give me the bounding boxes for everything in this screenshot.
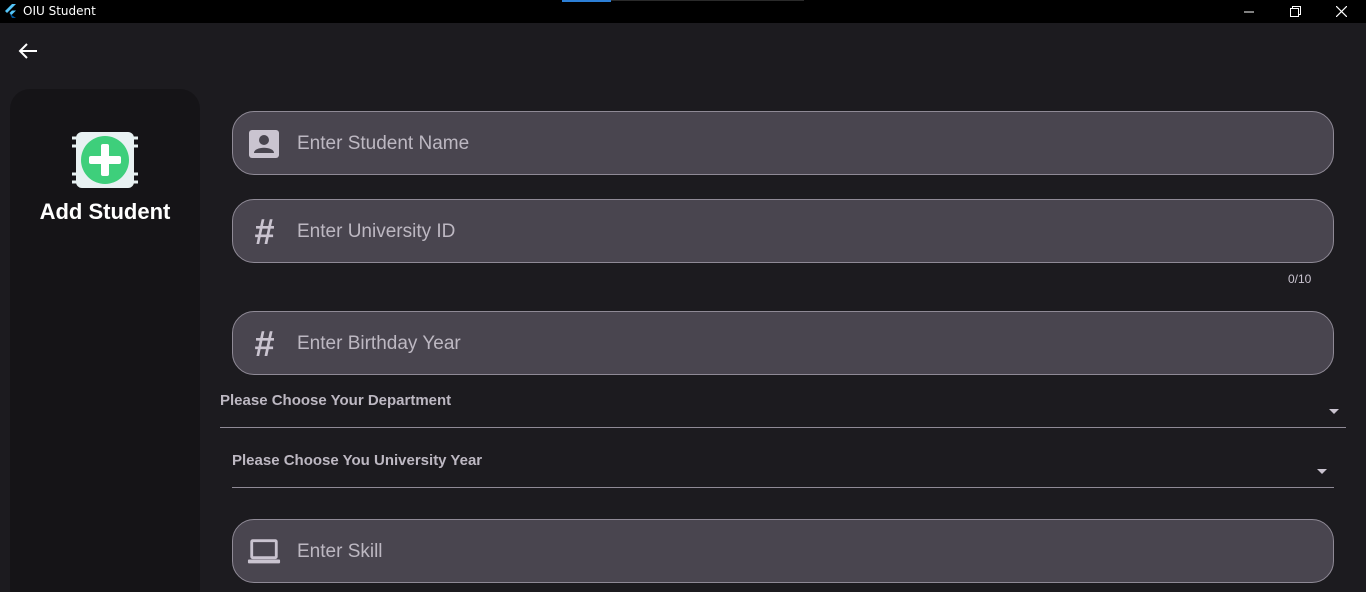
minimize-icon xyxy=(1244,11,1254,12)
chevron-down-icon xyxy=(1317,469,1327,474)
university-year-dropdown[interactable]: Please Choose You University Year xyxy=(232,450,1334,488)
close-icon xyxy=(1335,6,1347,17)
minimize-button[interactable] xyxy=(1226,0,1272,23)
side-panel: Add Student xyxy=(10,89,200,592)
flutter-logo-icon xyxy=(5,4,16,18)
hash-icon: # xyxy=(253,211,275,252)
title-bar: OIU Student xyxy=(0,0,1366,23)
add-student-icon xyxy=(72,132,138,188)
university-id-counter: 0/10 xyxy=(1288,272,1312,286)
university-year-label: Please Choose You University Year xyxy=(232,452,483,469)
window-title: OIU Student xyxy=(23,4,96,18)
student-name-field[interactable]: Enter Student Name xyxy=(232,111,1334,175)
hash-icon: # xyxy=(253,323,275,364)
restore-icon xyxy=(1289,6,1301,17)
laptop-icon xyxy=(247,536,281,568)
university-id-field[interactable]: # Enter University ID xyxy=(232,199,1334,263)
restore-button[interactable] xyxy=(1272,0,1318,23)
window-drag-handle[interactable] xyxy=(562,0,804,2)
back-button[interactable] xyxy=(14,37,42,65)
birthday-year-placeholder: Enter Birthday Year xyxy=(297,333,461,354)
skill-placeholder: Enter Skill xyxy=(297,541,383,562)
chevron-down-icon xyxy=(1329,409,1339,414)
close-button[interactable] xyxy=(1318,0,1364,23)
birthday-year-field[interactable]: # Enter Birthday Year xyxy=(232,311,1334,375)
department-label: Please Choose Your Department xyxy=(220,392,452,409)
side-panel-title: Add Student xyxy=(39,199,171,224)
department-dropdown[interactable]: Please Choose Your Department xyxy=(220,390,1346,428)
skill-field[interactable]: Enter Skill xyxy=(232,519,1334,583)
arrow-back-icon xyxy=(18,43,37,59)
student-name-placeholder: Enter Student Name xyxy=(297,133,470,154)
university-id-placeholder: Enter University ID xyxy=(297,221,456,242)
contact-card-icon xyxy=(247,128,281,160)
